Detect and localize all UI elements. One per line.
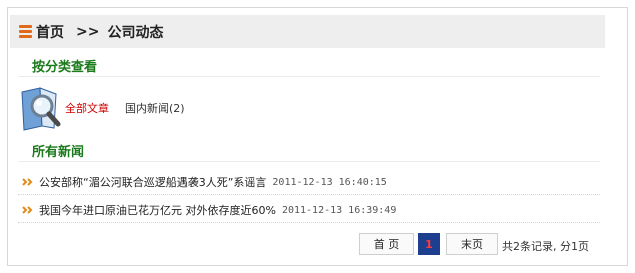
category-section-title: 按分类查看 bbox=[32, 60, 98, 75]
double-arrow-icon bbox=[22, 178, 33, 186]
list-item: 我国今年进口原油已花万亿元 对外依存度近60% 2011-12-13 16:39… bbox=[22, 202, 396, 218]
pagination-summary: 共2条记录, 分1页 bbox=[502, 240, 589, 253]
current-page-button[interactable]: 1 bbox=[418, 233, 440, 255]
breadcrumb-separator: >> bbox=[76, 23, 100, 40]
double-arrow-icon bbox=[22, 206, 33, 214]
category-domestic-news-link[interactable]: 国内新闻(2) bbox=[125, 100, 185, 116]
row-divider bbox=[18, 222, 600, 223]
list-item: 公安部称“湄公河联合巡逻船遇袭3人死”系谣言 2011-12-13 16:40:… bbox=[22, 174, 387, 190]
first-page-button[interactable]: 首 页 bbox=[359, 233, 414, 255]
last-page-button[interactable]: 末页 bbox=[446, 233, 498, 255]
news-date: 2011-12-13 16:40:15 bbox=[272, 176, 387, 188]
breadcrumb-bar: 首页 >> 公司动态 bbox=[10, 15, 605, 48]
news-date: 2011-12-13 16:39:49 bbox=[281, 204, 397, 216]
list-icon bbox=[19, 25, 32, 38]
news-title-link[interactable]: 公安部称“湄公河联合巡逻船遇袭3人死”系谣言 bbox=[39, 174, 266, 190]
category-all-link[interactable]: 全部文章 bbox=[65, 100, 109, 116]
row-divider bbox=[18, 194, 600, 195]
breadcrumb: 首页 >> 公司动态 bbox=[36, 22, 163, 42]
news-section-title: 所有新闻 bbox=[32, 145, 85, 160]
divider bbox=[18, 161, 600, 162]
divider bbox=[18, 76, 600, 77]
breadcrumb-home-link[interactable]: 首页 bbox=[36, 22, 64, 42]
breadcrumb-current: 公司动态 bbox=[107, 24, 164, 41]
news-title-link[interactable]: 我国今年进口原油已花万亿元 对外依存度近60% bbox=[39, 202, 276, 218]
magnifier-book-icon bbox=[21, 87, 61, 131]
